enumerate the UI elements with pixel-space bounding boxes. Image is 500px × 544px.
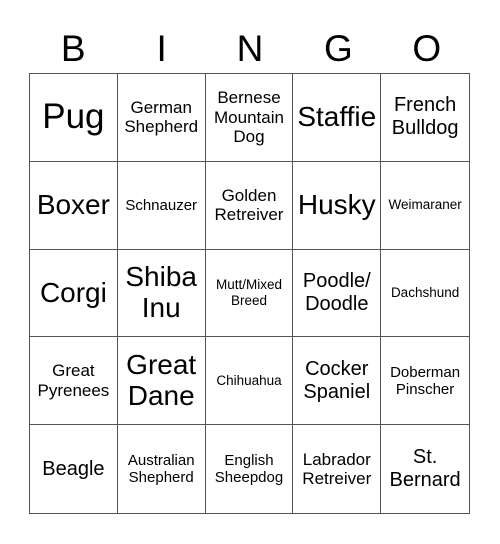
header-letter-b: B	[60, 28, 86, 69]
header-letter-n: N	[236, 28, 264, 69]
bingo-cell[interactable]: Poodle/ Doodle	[293, 249, 382, 338]
bingo-cell[interactable]: Shiba Inu	[117, 249, 206, 338]
bingo-cell[interactable]: Husky	[293, 161, 382, 250]
bingo-cell[interactable]: Beagle	[30, 425, 118, 513]
bingo-cell[interactable]: Bernese Mountain Dog	[205, 74, 294, 162]
bingo-cell[interactable]: Golden Retreiver	[205, 161, 294, 250]
bingo-cell[interactable]: Dachshund	[381, 250, 469, 338]
bingo-cell[interactable]: Weimaraner	[381, 162, 469, 250]
header-letter-g: G	[323, 28, 353, 69]
bingo-cell[interactable]: German Shepherd	[117, 74, 206, 162]
bingo-cell[interactable]: Labrador Retreiver	[293, 425, 382, 513]
bingo-cell[interactable]: Staffie	[293, 74, 382, 162]
bingo-cell[interactable]: St. Bernard	[381, 425, 469, 513]
bingo-cell[interactable]: Boxer	[30, 161, 118, 250]
bingo-cell[interactable]: Corgi	[30, 249, 118, 338]
bingo-card-grid: Pug German Shepherd Bernese Mountain Dog…	[29, 73, 470, 514]
bingo-cell[interactable]: Pug	[30, 74, 118, 162]
bingo-cell[interactable]: English Sheepdog	[206, 425, 294, 513]
header-letter-i: I	[156, 28, 167, 69]
bingo-cell[interactable]: Cocker Spaniel	[293, 337, 382, 426]
header-letter-o: O	[412, 28, 442, 69]
bingo-cell[interactable]: French Bulldog	[381, 74, 469, 162]
bingo-cell[interactable]: Doberman Pinscher	[381, 337, 469, 426]
bingo-cell[interactable]: Great Pyrenees	[30, 337, 118, 426]
bingo-cell[interactable]: Mutt/Mixed Breed	[205, 249, 294, 338]
bingo-cell[interactable]: Great Dane	[117, 337, 206, 426]
bingo-cell[interactable]: Chihuahua	[205, 337, 294, 426]
bingo-cell[interactable]: Australian Shepherd	[118, 425, 206, 513]
bingo-cell[interactable]: Schnauzer	[117, 161, 206, 250]
bingo-header: B I N G O	[29, 26, 471, 72]
